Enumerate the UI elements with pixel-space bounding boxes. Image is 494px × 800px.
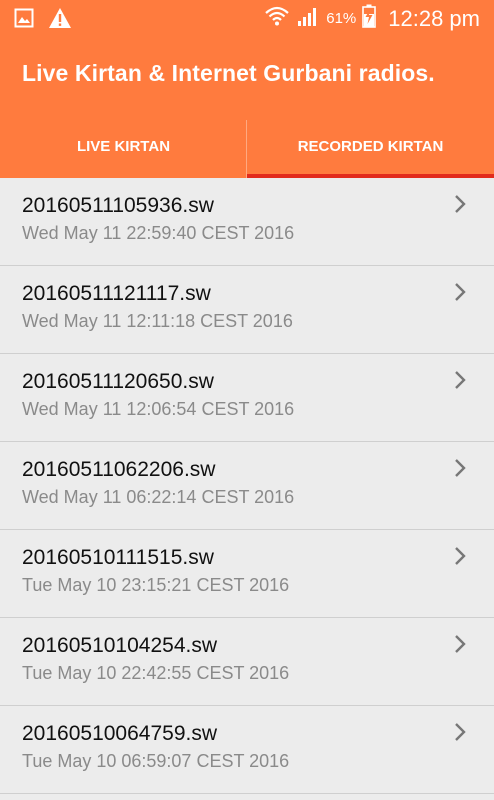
list-item[interactable]: 20160511120650.sw Wed May 11 12:06:54 CE… <box>0 354 494 442</box>
image-icon <box>14 8 34 33</box>
recording-filename: 20160511105936.sw <box>22 194 214 217</box>
list-item[interactable]: 20160511062206.sw Wed May 11 06:22:14 CE… <box>0 442 494 530</box>
tab-bar: LIVE KIRTAN RECORDED KIRTAN <box>0 114 494 178</box>
list-item[interactable]: 20160510064759.sw Tue May 10 06:59:07 CE… <box>0 706 494 794</box>
chevron-right-icon <box>454 458 466 483</box>
chevron-right-icon <box>454 546 466 571</box>
chevron-right-icon <box>454 282 466 307</box>
list-item[interactable]: 20160510111515.sw Tue May 10 23:15:21 CE… <box>0 530 494 618</box>
chevron-right-icon <box>454 370 466 395</box>
recording-filename: 20160510064759.sw <box>22 722 218 745</box>
chevron-right-icon <box>454 194 466 219</box>
app-bar: Live Kirtan & Internet Gurbani radios. <box>0 36 494 114</box>
recording-filename: 20160511062206.sw <box>22 458 216 481</box>
recording-date: Tue May 10 23:15:21 CEST 2016 <box>22 575 290 595</box>
wifi-icon <box>264 5 290 32</box>
signal-icon <box>296 5 320 32</box>
recording-filename: 20160511121117.sw <box>22 282 211 305</box>
recording-date: Wed May 11 22:59:40 CEST 2016 <box>22 223 295 243</box>
clock: 12:28 pm <box>388 5 480 31</box>
tab-label: RECORDED KIRTAN <box>297 137 444 155</box>
recording-date: Wed May 11 06:22:14 CEST 2016 <box>22 487 295 507</box>
system-icons: 61% 12:28 pm <box>264 4 480 33</box>
recording-date: Wed May 11 12:06:54 CEST 2016 <box>22 399 295 419</box>
warning-icon <box>48 7 72 34</box>
list-item[interactable]: 20160511121117.sw Wed May 11 12:11:18 CE… <box>0 266 494 354</box>
recordings-list[interactable]: 20160511105936.sw Wed May 11 22:59:40 CE… <box>0 178 494 800</box>
battery-percent: 61% <box>326 10 357 27</box>
app-title: Live Kirtan & Internet Gurbani radios. <box>22 60 435 86</box>
recording-filename: 20160510111515.sw <box>22 546 214 569</box>
tab-live-kirtan[interactable]: LIVE KIRTAN <box>0 114 247 178</box>
recording-filename: 20160510104254.sw <box>22 634 218 657</box>
tab-recorded-kirtan[interactable]: RECORDED KIRTAN <box>247 114 494 178</box>
chevron-right-icon <box>454 722 466 747</box>
recording-date: Wed May 11 12:11:18 CEST 2016 <box>22 311 293 331</box>
chevron-right-icon <box>454 634 466 659</box>
recording-date: Tue May 10 06:59:07 CEST 2016 <box>22 751 290 771</box>
list-item[interactable]: 20160511105936.sw Wed May 11 22:59:40 CE… <box>0 178 494 266</box>
battery-charging-icon <box>362 4 377 33</box>
recording-filename: 20160511120650.sw <box>22 370 214 393</box>
tab-divider <box>246 120 247 178</box>
tab-label: LIVE KIRTAN <box>76 137 171 155</box>
status-bar: 61% 12:28 pm <box>0 0 494 36</box>
list-item[interactable]: 20160510104254.sw Tue May 10 22:42:55 CE… <box>0 618 494 706</box>
notification-icons <box>14 7 72 34</box>
recording-date: Tue May 10 22:42:55 CEST 2016 <box>22 663 290 683</box>
